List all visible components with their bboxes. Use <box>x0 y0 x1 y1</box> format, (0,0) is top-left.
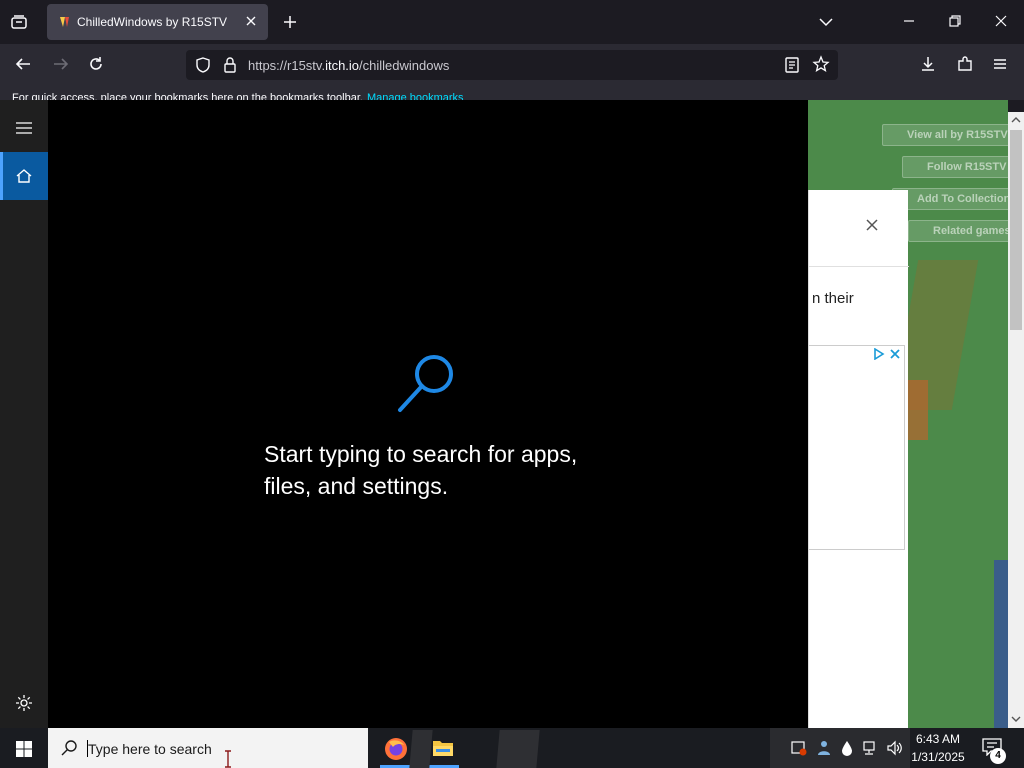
bookmarks-toolbar: For quick access, place your bookmarks h… <box>0 84 1024 100</box>
ibeam-cursor-icon <box>224 750 232 768</box>
follow-button[interactable]: Follow R15STV <box>902 156 1008 178</box>
url-prefix: https://r15stv. <box>248 58 326 73</box>
add-to-collection-button[interactable]: Add To Collection <box>892 188 1008 210</box>
downloads-icon[interactable] <box>919 55 937 73</box>
clock-date[interactable]: 1/31/2025 <box>906 750 970 764</box>
scroll-up-icon[interactable] <box>1010 114 1022 126</box>
defender-icon[interactable] <box>791 740 807 756</box>
restore-icon[interactable] <box>947 13 963 29</box>
settings-gear-icon[interactable] <box>15 694 33 712</box>
ad-box <box>809 345 905 550</box>
search-placeholder: Type here to search <box>88 741 212 757</box>
url-path: /chilledwindows <box>359 58 450 73</box>
modal-divider <box>809 266 909 267</box>
ad-close-icon[interactable] <box>889 348 901 360</box>
notification-count-badge: 4 <box>990 748 1006 764</box>
search-magnifier-icon <box>396 350 460 414</box>
url-host: itch.io <box>325 58 360 73</box>
tab-title: ChilledWindows by R15STV <box>77 15 228 29</box>
start-home-item[interactable] <box>0 152 48 200</box>
url-text[interactable]: https://r15stv.itch.io/chilledwindows <box>248 58 449 73</box>
search-hint-text: Start typing to search for apps, files, … <box>264 441 578 499</box>
tab-chilledwindows[interactable]: ChilledWindows by R15STV <box>47 4 268 40</box>
adchoices-play-icon[interactable] <box>873 348 885 360</box>
back-arrow-icon[interactable] <box>14 55 32 73</box>
close-tab-icon[interactable] <box>244 14 258 28</box>
clock-time[interactable]: 6:43 AM <box>910 732 966 746</box>
taskbar-app-blank-2 <box>409 730 433 768</box>
new-tab-icon[interactable] <box>281 13 299 31</box>
expand-menu-icon[interactable] <box>15 120 33 136</box>
extensions-puzzle-icon[interactable] <box>956 55 974 73</box>
taskbar-search-box[interactable]: Type here to search <box>48 728 368 768</box>
view-all-button[interactable]: View all by R15STV <box>882 124 1008 146</box>
home-icon <box>15 167 33 185</box>
reload-icon[interactable] <box>87 55 105 73</box>
scrollbar-thumb[interactable] <box>1010 130 1022 330</box>
people-icon[interactable] <box>815 739 833 757</box>
reader-view-icon[interactable] <box>784 56 800 74</box>
browser-tab-bar: ChilledWindows by R15STV <box>0 0 1024 44</box>
taskbar-app-blank[interactable] <box>496 730 540 768</box>
forward-arrow-icon[interactable] <box>52 55 70 73</box>
minimize-icon[interactable] <box>901 13 917 29</box>
game-art-accent <box>908 380 928 440</box>
windows-start-icon[interactable] <box>15 740 33 758</box>
bookmarks-hint: For quick access, place your bookmarks h… <box>12 92 464 100</box>
page-side-strip <box>994 560 1008 728</box>
scroll-down-icon[interactable] <box>1010 713 1022 725</box>
related-games-button[interactable]: Related games <box>908 220 1008 242</box>
modal-close-icon[interactable] <box>864 217 880 233</box>
volume-icon[interactable] <box>886 740 904 756</box>
tracking-shield-icon[interactable] <box>194 56 212 74</box>
tab-overview-icon[interactable] <box>10 13 28 31</box>
tab-list-chevron-down-icon[interactable] <box>817 13 835 31</box>
start-search-panel <box>48 100 808 728</box>
network-icon[interactable] <box>862 740 880 756</box>
bookmarks-hint-text: For quick access, place your bookmarks h… <box>12 92 363 100</box>
ad-modal: n their <box>808 190 909 728</box>
firefox-icon <box>383 736 409 762</box>
itch-favicon-icon <box>57 15 71 29</box>
search-icon <box>60 739 78 757</box>
close-window-icon[interactable] <box>993 13 1009 29</box>
folder-icon <box>432 738 454 758</box>
lock-icon[interactable] <box>222 56 238 74</box>
droplet-icon[interactable] <box>841 740 853 756</box>
bookmark-star-icon[interactable] <box>812 55 830 73</box>
manage-bookmarks-link[interactable]: Manage bookmarks <box>367 92 464 100</box>
taskbar-firefox[interactable] <box>378 728 414 768</box>
menu-hamburger-icon[interactable] <box>991 55 1009 73</box>
modal-text: n their <box>812 290 854 307</box>
url-bar[interactable]: https://r15stv.itch.io/chilledwindows <box>186 50 838 80</box>
